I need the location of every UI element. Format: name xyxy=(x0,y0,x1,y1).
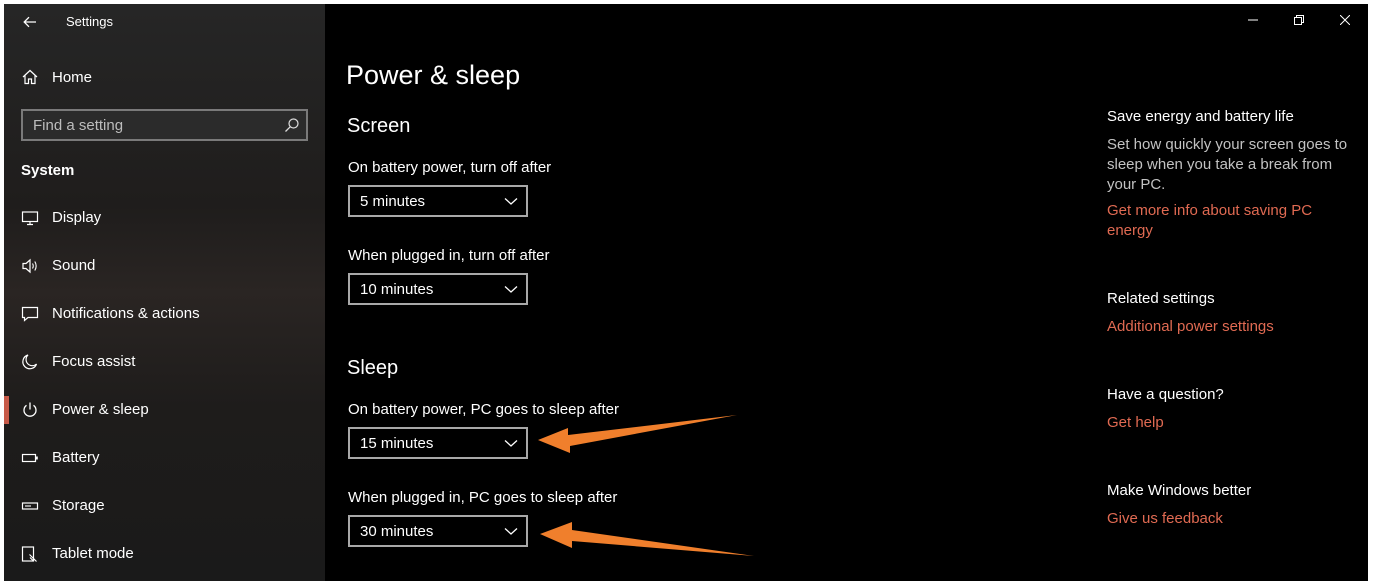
close-icon xyxy=(1340,15,1350,25)
save-energy-text: Set how quickly your screen goes to slee… xyxy=(1107,136,1348,193)
sidebar-item-label: Sound xyxy=(52,257,96,274)
speaker-icon xyxy=(22,258,37,274)
app-title: Settings xyxy=(66,14,113,29)
sidebar-item-label: Tablet mode xyxy=(52,545,134,562)
sidebar-item-storage[interactable]: Storage xyxy=(4,482,325,530)
sleep-battery-label: On battery power, PC goes to sleep after xyxy=(348,401,619,418)
chevron-down-icon xyxy=(504,528,518,535)
sleep-plugged-label: When plugged in, PC goes to sleep after xyxy=(348,489,618,506)
sidebar-item-battery[interactable]: Battery xyxy=(4,434,325,482)
restore-button[interactable] xyxy=(1276,4,1322,36)
home-label: Home xyxy=(52,69,93,86)
storage-icon xyxy=(21,502,39,510)
sidebar-item-label: Battery xyxy=(52,449,100,466)
additional-power-settings-link[interactable]: Additional power settings xyxy=(1107,317,1352,337)
sleep-plugged-dropdown[interactable]: 30 minutes xyxy=(348,515,528,547)
dropdown-value: 10 minutes xyxy=(360,281,434,298)
sidebar-item-label: Storage xyxy=(52,497,105,514)
screen-plugged-dropdown[interactable]: 10 minutes xyxy=(348,273,528,305)
sidebar-item-label: Power & sleep xyxy=(52,401,149,418)
sidebar: Settings Home System Display xyxy=(4,4,325,581)
sidebar-item-tablet-mode[interactable]: Tablet mode xyxy=(4,530,325,578)
window-controls xyxy=(1230,4,1368,36)
sidebar-item-power-sleep[interactable]: Power & sleep xyxy=(4,386,325,434)
search-icon[interactable] xyxy=(284,117,300,133)
sidebar-item-label: Notifications & actions xyxy=(52,305,200,322)
sidebar-nav: Display Sound Notifications & actions Fo… xyxy=(4,194,325,578)
sleep-battery-dropdown[interactable]: 15 minutes xyxy=(348,427,528,459)
section-title-system: System xyxy=(21,162,75,179)
question-title: Have a question? xyxy=(1107,386,1224,403)
screen-plugged-label: When plugged in, turn off after xyxy=(348,247,550,264)
dropdown-value: 15 minutes xyxy=(360,435,434,452)
chevron-down-icon xyxy=(504,286,518,293)
minimize-icon xyxy=(1248,19,1258,21)
power-icon xyxy=(23,402,37,417)
related-settings-title: Related settings xyxy=(1107,290,1215,307)
screen-battery-label: On battery power, turn off after xyxy=(348,159,552,176)
tablet-mode-icon xyxy=(21,546,37,562)
home-icon xyxy=(22,69,38,85)
back-arrow-icon xyxy=(23,16,36,28)
search-box xyxy=(21,109,308,141)
sidebar-item-label: Focus assist xyxy=(52,353,136,370)
settings-window: Settings Home System Display xyxy=(4,4,1368,581)
get-help-link[interactable]: Get help xyxy=(1107,413,1352,433)
battery-icon xyxy=(21,453,38,463)
title-bar: Settings xyxy=(4,4,325,40)
minimize-button[interactable] xyxy=(1230,4,1276,36)
feedback-title: Make Windows better xyxy=(1107,482,1252,499)
dropdown-value: 30 minutes xyxy=(360,523,434,540)
save-energy-title: Save energy and battery life xyxy=(1107,108,1294,125)
chevron-down-icon xyxy=(504,440,518,447)
sidebar-item-home[interactable]: Home xyxy=(4,60,325,94)
monitor-icon xyxy=(21,211,39,226)
page-title: Power & sleep xyxy=(346,60,521,90)
sidebar-item-display[interactable]: Display xyxy=(4,194,325,242)
moon-icon xyxy=(22,354,38,370)
notification-icon xyxy=(21,306,39,322)
save-energy-link[interactable]: Get more info about saving PC energy xyxy=(1107,201,1352,241)
sidebar-item-focus-assist[interactable]: Focus assist xyxy=(4,338,325,386)
section-title-screen: Screen xyxy=(347,115,411,137)
give-feedback-link[interactable]: Give us feedback xyxy=(1107,509,1352,529)
sidebar-item-label: Display xyxy=(52,209,102,226)
chevron-down-icon xyxy=(504,198,518,205)
sidebar-item-sound[interactable]: Sound xyxy=(4,242,325,290)
main-content: Power & sleep Screen On battery power, t… xyxy=(325,4,1368,581)
sidebar-item-notifications[interactable]: Notifications & actions xyxy=(4,290,325,338)
section-title-sleep: Sleep xyxy=(347,357,399,379)
dropdown-value: 5 minutes xyxy=(360,193,426,210)
back-button[interactable] xyxy=(16,8,44,36)
close-button[interactable] xyxy=(1322,4,1368,36)
screen-battery-dropdown[interactable]: 5 minutes xyxy=(348,185,528,217)
search-input[interactable] xyxy=(23,111,283,139)
restore-icon xyxy=(1294,15,1304,25)
